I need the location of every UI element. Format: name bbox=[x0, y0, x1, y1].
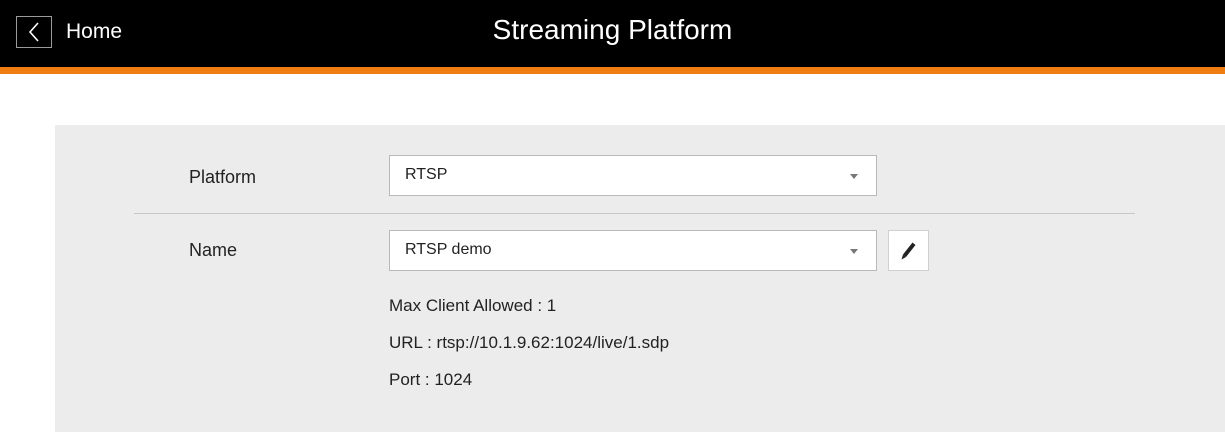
pencil-icon bbox=[901, 242, 915, 259]
page-title: Streaming Platform bbox=[492, 14, 733, 45]
divider bbox=[134, 213, 1135, 214]
edit-name-button[interactable] bbox=[888, 230, 929, 271]
url-text: URL : rtsp://10.1.9.62:1024/live/1.sdp bbox=[389, 333, 670, 352]
port-text: Port : 1024 bbox=[389, 370, 473, 389]
name-select-value: RTSP demo bbox=[405, 241, 492, 258]
max-clients-text: Max Client Allowed : 1 bbox=[389, 296, 557, 315]
name-select[interactable]: RTSP demo bbox=[389, 230, 877, 271]
name-label: Name bbox=[189, 240, 238, 260]
caret-down-icon bbox=[850, 249, 858, 254]
caret-down-icon bbox=[850, 174, 858, 179]
settings-panel: Platform RTSP Name RTSP demo Max Client … bbox=[55, 125, 1225, 432]
platform-select[interactable]: RTSP bbox=[389, 155, 877, 196]
header-bar: Home Streaming Platform bbox=[0, 0, 1225, 74]
platform-label: Platform bbox=[189, 167, 257, 187]
platform-select-value: RTSP bbox=[405, 166, 448, 183]
